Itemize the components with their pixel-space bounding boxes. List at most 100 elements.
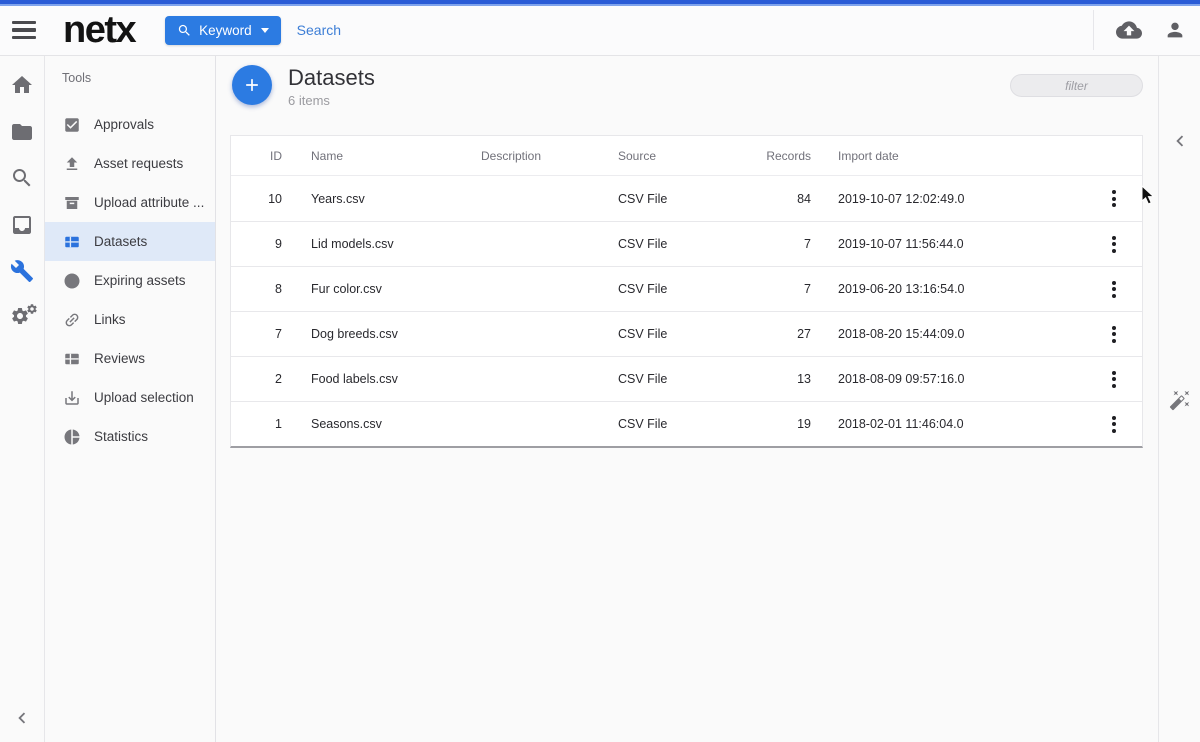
column-header-id[interactable]: ID bbox=[231, 149, 282, 163]
cell-source: CSV File bbox=[618, 372, 668, 386]
table-header-row: ID Name Description Source Records Impor… bbox=[231, 136, 1142, 176]
row-menu-kebab-icon[interactable] bbox=[1108, 232, 1120, 257]
page-title: Datasets bbox=[288, 65, 375, 90]
upload-icon bbox=[62, 155, 82, 173]
datasets-table: ID Name Description Source Records Impor… bbox=[230, 135, 1143, 448]
search-input[interactable] bbox=[296, 22, 537, 38]
sidebar-item-asset-requests[interactable]: Asset requests bbox=[45, 144, 215, 183]
cell-name: Fur color.csv bbox=[311, 282, 382, 296]
cell-import-date: 2018-02-01 11:46:04.0 bbox=[838, 417, 964, 431]
tools-build-icon[interactable] bbox=[10, 259, 34, 283]
cell-source: CSV File bbox=[618, 327, 668, 341]
sidebar-item-label: Approvals bbox=[94, 117, 155, 132]
cell-id: 9 bbox=[275, 237, 282, 251]
column-header-records[interactable]: Records bbox=[766, 149, 811, 163]
cell-records: 19 bbox=[797, 417, 811, 431]
cell-id: 8 bbox=[275, 282, 282, 296]
row-menu-kebab-icon[interactable] bbox=[1108, 367, 1120, 392]
sidebar-item-label: Upload attribute ... bbox=[94, 195, 205, 210]
sidebar-item-links[interactable]: Links bbox=[45, 300, 215, 339]
cell-import-date: 2018-08-20 15:44:09.0 bbox=[838, 327, 965, 341]
settings-gears-icon[interactable] bbox=[10, 304, 37, 330]
inbox-tray-icon[interactable] bbox=[10, 213, 34, 237]
row-menu-kebab-icon[interactable] bbox=[1108, 277, 1120, 302]
row-menu-kebab-icon[interactable] bbox=[1108, 322, 1120, 347]
cell-records: 13 bbox=[797, 372, 811, 386]
right-rail bbox=[1158, 56, 1200, 742]
cell-source: CSV File bbox=[618, 237, 668, 251]
pie-chart-icon bbox=[62, 428, 82, 446]
user-account-icon[interactable] bbox=[1164, 19, 1186, 41]
app-logo[interactable]: netx bbox=[63, 11, 137, 49]
cloud-upload-icon[interactable] bbox=[1116, 17, 1142, 43]
row-menu-kebab-icon[interactable] bbox=[1108, 412, 1120, 437]
cell-source: CSV File bbox=[618, 191, 668, 206]
main-content: Datasets 6 items ID Name Description Sou… bbox=[216, 56, 1158, 742]
table-row[interactable]: 7 Dog breeds.csv CSV File 27 2018-08-20 … bbox=[231, 311, 1142, 356]
sidebar-item-approvals[interactable]: Approvals bbox=[45, 105, 215, 144]
download-tray-icon bbox=[62, 389, 82, 407]
cell-records: 7 bbox=[804, 237, 811, 251]
table-row[interactable]: 9 Lid models.csv CSV File 7 2019-10-07 1… bbox=[231, 221, 1142, 266]
cell-name: Food labels.csv bbox=[311, 372, 398, 386]
cell-name: Seasons.csv bbox=[311, 417, 382, 431]
add-dataset-button[interactable] bbox=[232, 65, 272, 105]
topbar: netx Keyword bbox=[0, 0, 1200, 56]
link-icon bbox=[62, 311, 82, 329]
column-header-import-date[interactable]: Import date bbox=[811, 149, 1086, 163]
cell-records: 27 bbox=[797, 327, 811, 341]
plus-icon bbox=[242, 75, 262, 95]
column-header-source[interactable]: Source bbox=[618, 149, 766, 163]
cell-id: 1 bbox=[275, 417, 282, 431]
cell-records: 84 bbox=[797, 191, 811, 206]
sidebar-item-upload-attribute[interactable]: Upload attribute ... bbox=[45, 183, 215, 222]
chevron-down-icon bbox=[260, 27, 269, 33]
sidebar-item-label: Asset requests bbox=[94, 156, 184, 171]
sidebar-item-datasets[interactable]: Datasets bbox=[45, 222, 215, 261]
table-row[interactable]: 2 Food labels.csv CSV File 13 2018-08-09… bbox=[231, 356, 1142, 401]
sidebar-item-label: Links bbox=[94, 312, 126, 327]
column-header-description[interactable]: Description bbox=[481, 149, 618, 163]
sidebar-item-reviews[interactable]: Reviews bbox=[45, 339, 215, 378]
topbar-divider bbox=[1093, 10, 1094, 50]
archive-icon bbox=[62, 194, 82, 212]
cell-source: CSV File bbox=[618, 282, 668, 296]
clock-icon bbox=[62, 272, 82, 290]
collapse-panel-chevron-left-icon[interactable] bbox=[1169, 130, 1191, 157]
table-row[interactable]: 8 Fur color.csv CSV File 7 2019-06-20 13… bbox=[231, 266, 1142, 311]
folder-icon[interactable] bbox=[10, 120, 34, 144]
cell-name: Lid models.csv bbox=[311, 237, 394, 251]
cell-import-date: 2019-10-07 12:02:49.0 bbox=[838, 191, 965, 206]
sidebar-item-upload-selection[interactable]: Upload selection bbox=[45, 378, 215, 417]
table-row[interactable]: 1 Seasons.csv CSV File 19 2018-02-01 11:… bbox=[231, 401, 1142, 446]
sidebar-item-label: Upload selection bbox=[94, 390, 194, 405]
keyword-button-label: Keyword bbox=[199, 22, 252, 38]
sidebar-item-expiring-assets[interactable]: Expiring assets bbox=[45, 261, 215, 300]
filter-input[interactable] bbox=[1010, 74, 1143, 97]
table-row[interactable]: 10 Years.csv CSV File 84 2019-10-07 12:0… bbox=[231, 176, 1142, 221]
left-icon-rail bbox=[0, 56, 45, 742]
sidebar-item-statistics[interactable]: Statistics bbox=[45, 417, 215, 456]
search-rail-icon[interactable] bbox=[10, 166, 34, 190]
cell-records: 7 bbox=[804, 282, 811, 296]
cell-id: 2 bbox=[275, 372, 282, 386]
top-progress-strip bbox=[0, 0, 1200, 6]
magic-wand-icon[interactable] bbox=[1169, 389, 1191, 416]
hamburger-menu-icon[interactable] bbox=[12, 21, 36, 39]
cell-import-date: 2019-06-20 13:16:54.0 bbox=[838, 282, 965, 296]
keyword-dropdown-button[interactable]: Keyword bbox=[165, 15, 281, 45]
cell-name: Dog breeds.csv bbox=[311, 327, 398, 341]
column-header-name[interactable]: Name bbox=[282, 149, 481, 163]
row-menu-kebab-icon[interactable] bbox=[1108, 186, 1120, 211]
cell-id: 7 bbox=[275, 327, 282, 341]
grid-icon bbox=[62, 350, 82, 368]
sidebar-section-title: Tools bbox=[62, 71, 92, 85]
sidebar-item-label: Statistics bbox=[94, 429, 149, 444]
cell-name: Years.csv bbox=[311, 191, 365, 206]
search-icon bbox=[177, 23, 192, 38]
collapse-rail-chevron-left-icon[interactable] bbox=[11, 707, 33, 734]
item-count: 6 items bbox=[288, 93, 330, 109]
home-icon[interactable] bbox=[10, 73, 34, 97]
cell-import-date: 2018-08-09 09:57:16.0 bbox=[838, 372, 965, 386]
sidebar-item-label: Datasets bbox=[94, 234, 148, 249]
